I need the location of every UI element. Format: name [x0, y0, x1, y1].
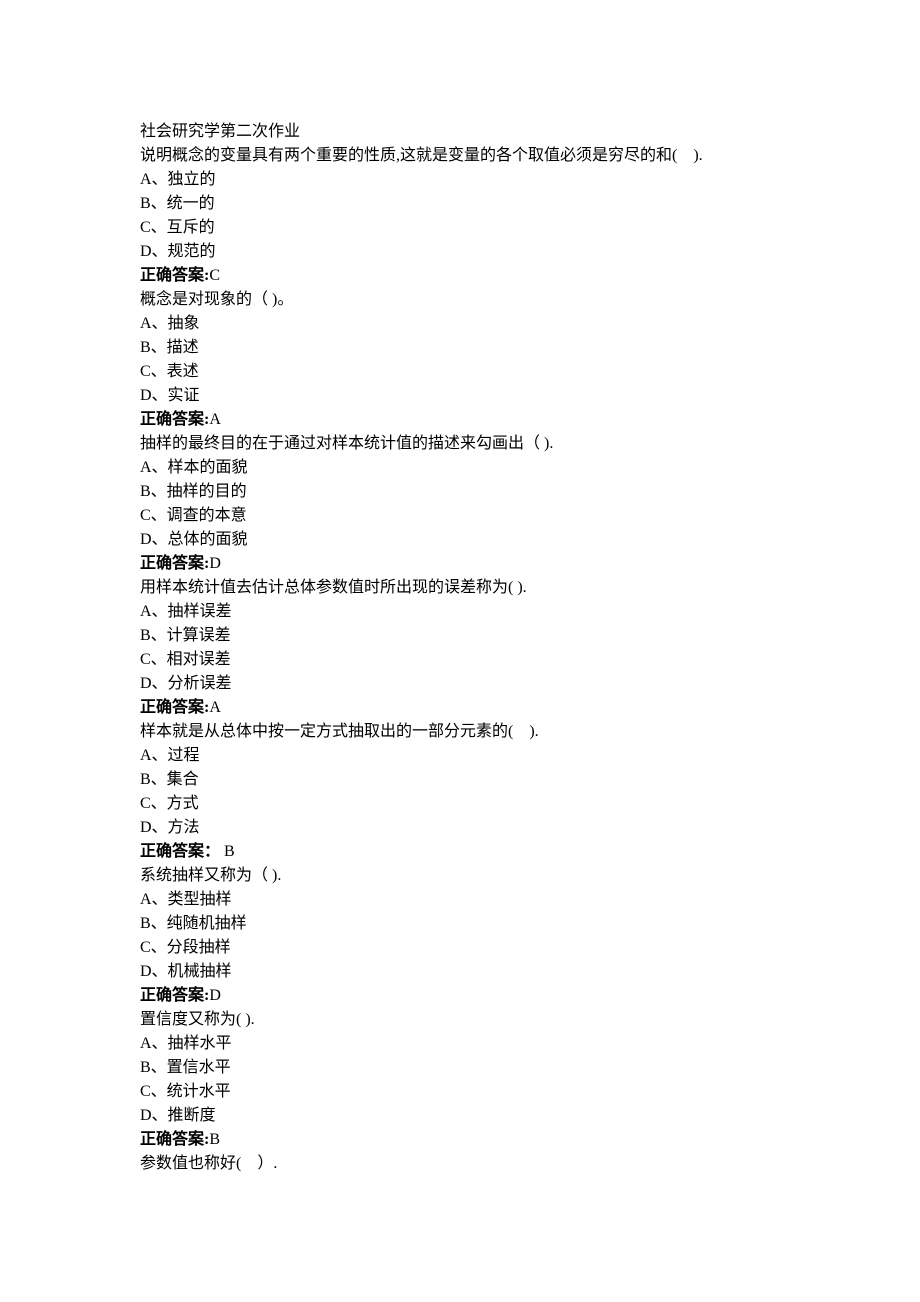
question-option: B、统一的: [140, 192, 780, 216]
answer-label: 正确答案:: [140, 555, 209, 572]
question-option: D、推断度: [140, 1104, 780, 1128]
answer-value: A: [209, 699, 221, 716]
question-stem: 置信度又称为( ).: [140, 1008, 780, 1032]
answer-line: 正确答案:A: [140, 696, 780, 720]
question-option: B、纯随机抽样: [140, 912, 780, 936]
questions-container: 说明概念的变量具有两个重要的性质,这就是变量的各个取值必须是穷尽的和( ).A、…: [140, 144, 780, 1176]
question-option: C、表述: [140, 360, 780, 384]
answer-line: 正确答案:B: [140, 1128, 780, 1152]
question-stem: 用样本统计值去估计总体参数值时所出现的误差称为( ).: [140, 576, 780, 600]
question-option: C、方式: [140, 792, 780, 816]
question-option: B、描述: [140, 336, 780, 360]
answer-value: B: [209, 1131, 220, 1148]
answer-line: 正确答案:D: [140, 552, 780, 576]
question-stem: 抽样的最终目的在于通过对样本统计值的描述来勾画出（ ).: [140, 432, 780, 456]
question-option: A、类型抽样: [140, 888, 780, 912]
question-option: B、抽样的目的: [140, 480, 780, 504]
question-option: D、方法: [140, 816, 780, 840]
question-option: C、相对误差: [140, 648, 780, 672]
answer-label: 正确答案:: [140, 987, 209, 1004]
answer-label: 正确答案:: [140, 1131, 209, 1148]
question-option: D、总体的面貌: [140, 528, 780, 552]
question-option: A、抽象: [140, 312, 780, 336]
answer-value: C: [209, 267, 220, 284]
question-option: C、统计水平: [140, 1080, 780, 1104]
question-option: D、分析误差: [140, 672, 780, 696]
question-option: A、样本的面貌: [140, 456, 780, 480]
answer-label: 正确答案:: [140, 699, 209, 716]
question-option: A、过程: [140, 744, 780, 768]
answer-line: 正确答案:D: [140, 984, 780, 1008]
answer-value: A: [209, 411, 221, 428]
answer-value: B: [220, 843, 235, 860]
question-stem: 说明概念的变量具有两个重要的性质,这就是变量的各个取值必须是穷尽的和( ).: [140, 144, 780, 168]
question-option: A、抽样水平: [140, 1032, 780, 1056]
question-option: D、实证: [140, 384, 780, 408]
question-option: C、互斥的: [140, 216, 780, 240]
answer-value: D: [209, 555, 221, 572]
answer-value: D: [209, 987, 221, 1004]
answer-line: 正确答案:C: [140, 264, 780, 288]
question-option: B、集合: [140, 768, 780, 792]
question-option: D、机械抽样: [140, 960, 780, 984]
question-option: A、抽样误差: [140, 600, 780, 624]
answer-line: 正确答案:A: [140, 408, 780, 432]
question-stem: 概念是对现象的（ )。: [140, 288, 780, 312]
document-title: 社会研究学第二次作业: [140, 120, 780, 144]
answer-label: 正确答案:: [140, 267, 209, 284]
answer-label: 正确答案：: [140, 843, 220, 860]
answer-line: 正确答案： B: [140, 840, 780, 864]
question-stem: 参数值也称好( ）.: [140, 1152, 780, 1176]
answer-label: 正确答案:: [140, 411, 209, 428]
question-option: D、规范的: [140, 240, 780, 264]
question-option: C、分段抽样: [140, 936, 780, 960]
question-option: B、计算误差: [140, 624, 780, 648]
question-option: A、独立的: [140, 168, 780, 192]
question-option: B、置信水平: [140, 1056, 780, 1080]
question-stem: 系统抽样又称为（ ).: [140, 864, 780, 888]
question-option: C、调查的本意: [140, 504, 780, 528]
question-stem: 样本就是从总体中按一定方式抽取出的一部分元素的( ).: [140, 720, 780, 744]
